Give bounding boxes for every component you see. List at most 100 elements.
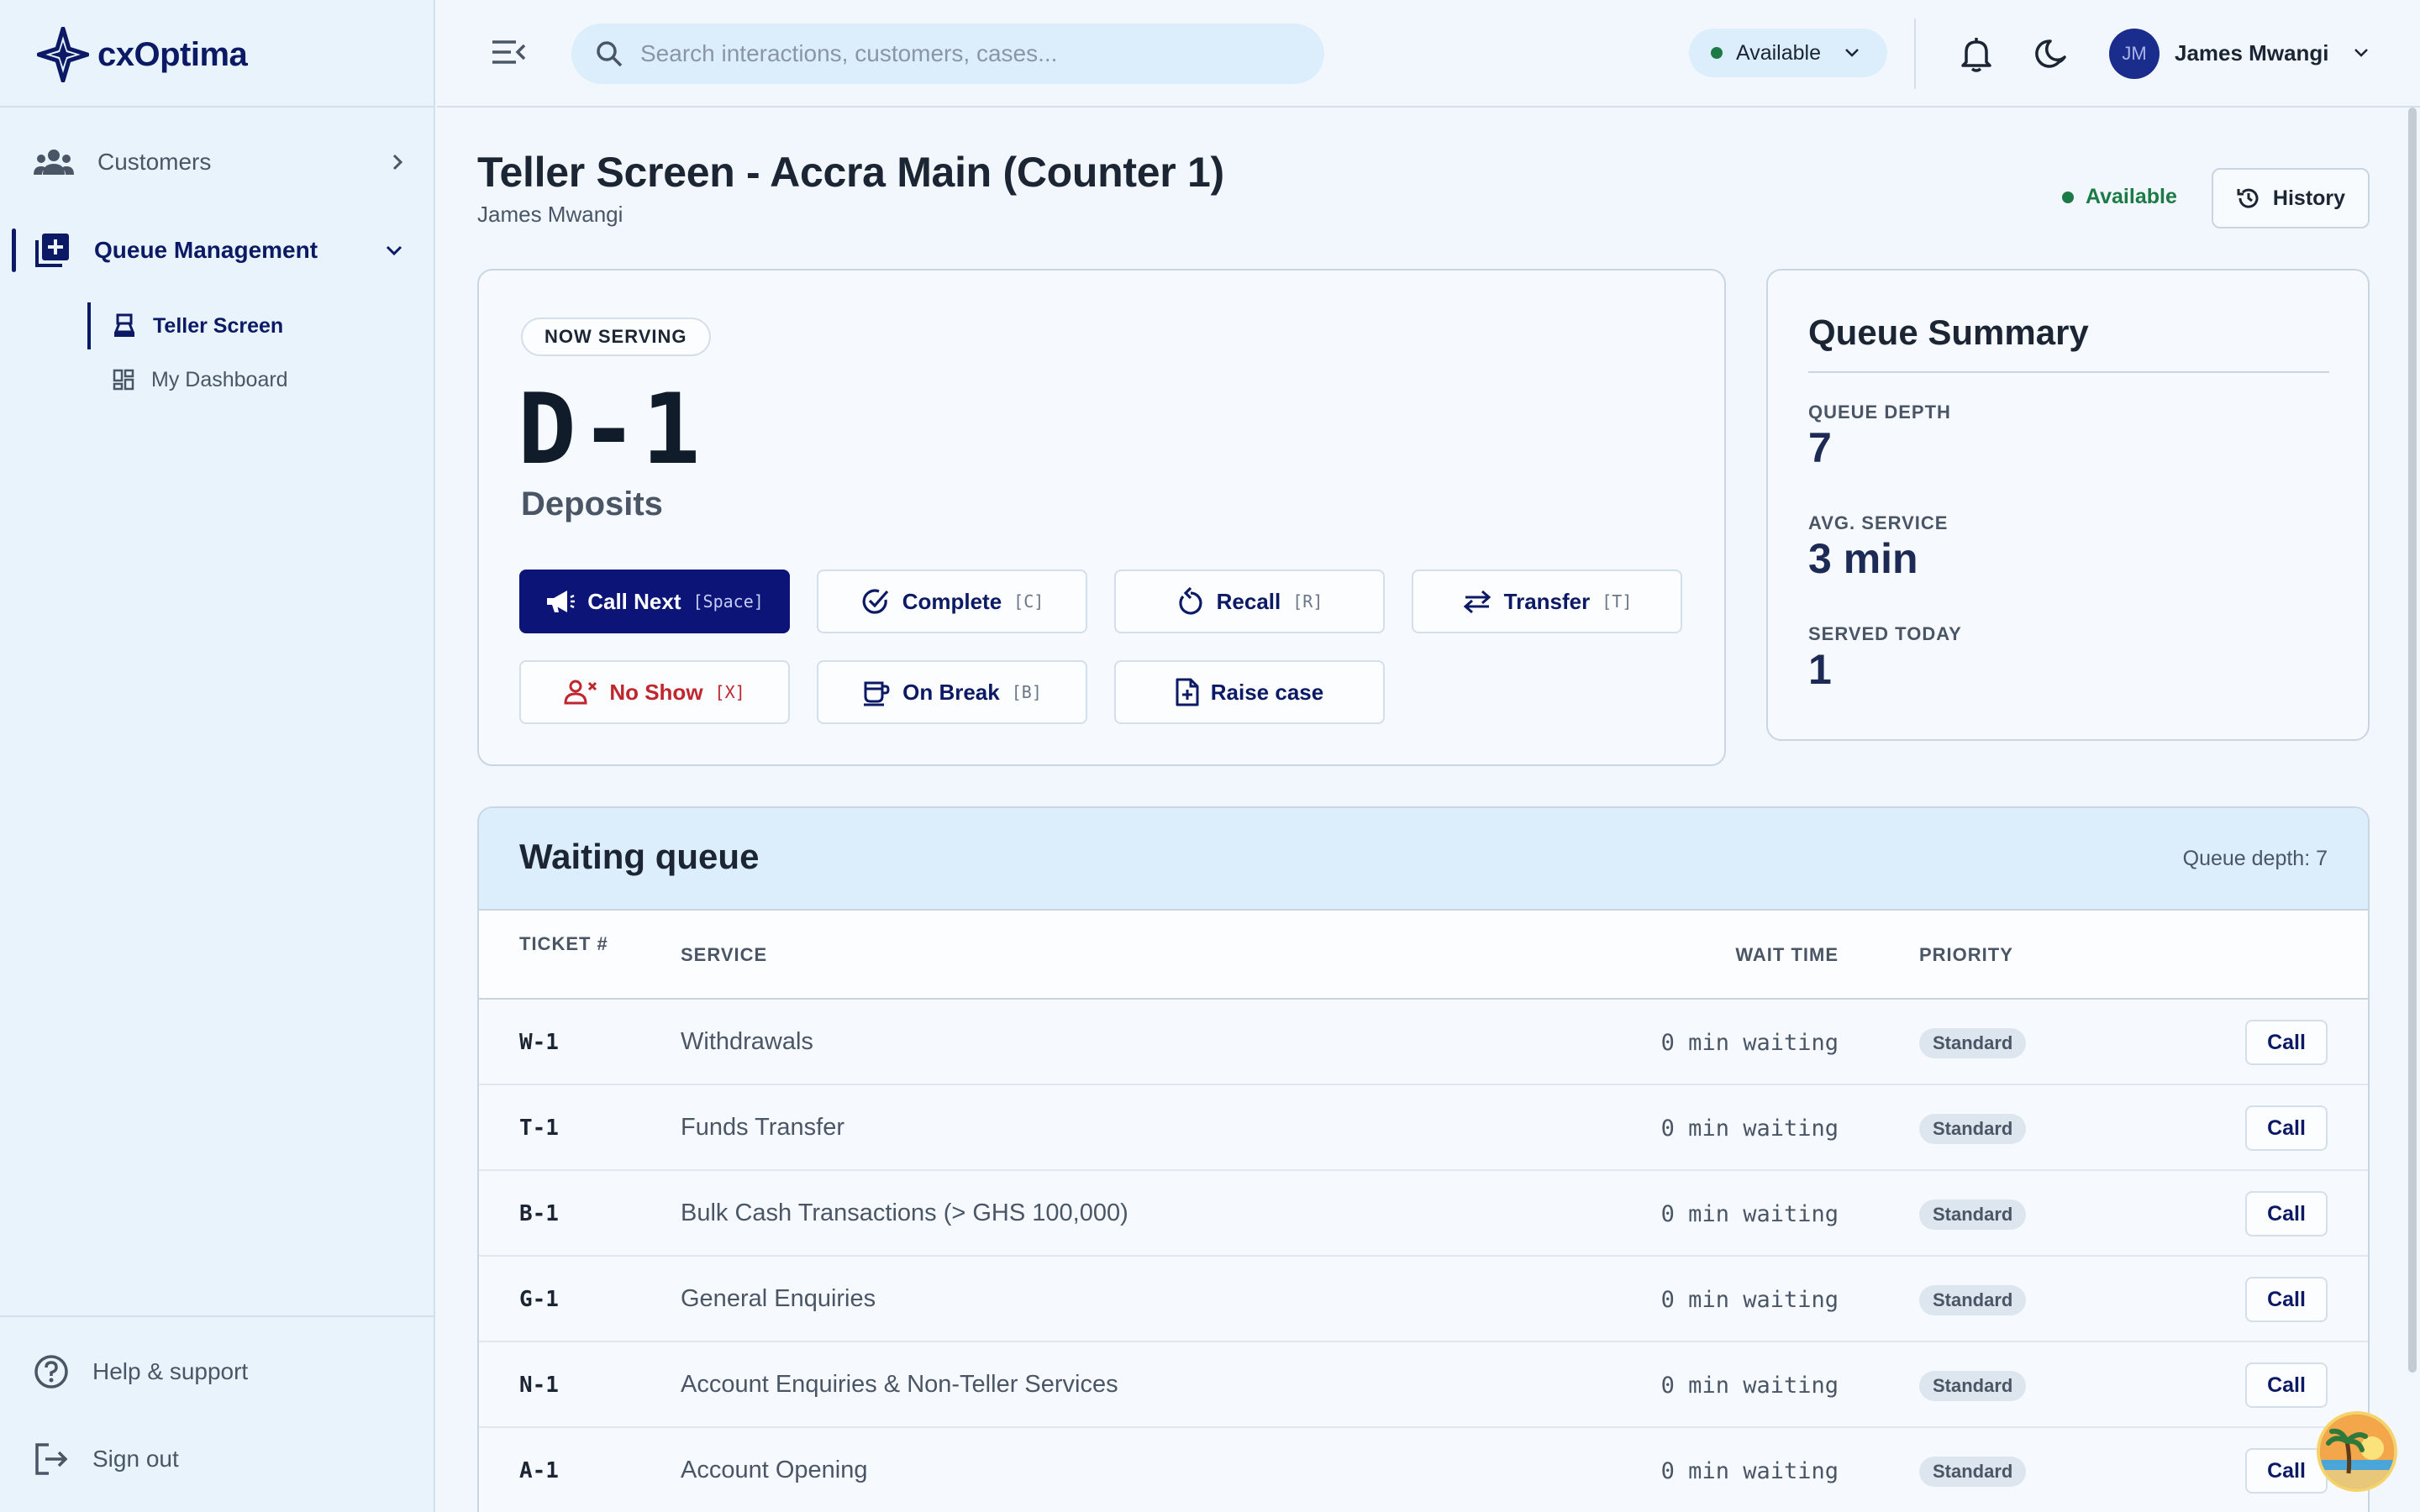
- row-call-button[interactable]: Call: [2245, 1362, 2328, 1408]
- on-break-label: On Break: [902, 679, 1000, 705]
- column-header-priority: PRIORITY: [1919, 944, 2013, 965]
- row-service: Bulk Cash Transactions (> GHS 100,000): [681, 1200, 1128, 1226]
- row-service: Funds Transfer: [681, 1114, 845, 1141]
- history-button[interactable]: History: [2212, 168, 2370, 228]
- row-call-button[interactable]: Call: [2245, 1105, 2328, 1151]
- sidebar-footer-divider: [0, 1315, 435, 1317]
- now-serving-card: NOW SERVING D-1 Deposits Call Next [Spac…: [477, 269, 1726, 766]
- dashboard-icon: [113, 369, 134, 391]
- row-priority-badge: Standard: [1919, 1114, 2027, 1144]
- page-subtitle: James Mwangi: [477, 202, 623, 227]
- search-input[interactable]: [640, 40, 1296, 67]
- avatar[interactable]: JM: [2109, 29, 2160, 79]
- sidebar-divider: [0, 106, 435, 108]
- bell-icon: [1961, 38, 1991, 72]
- no-show-shortcut: [X]: [714, 682, 745, 702]
- table-row: N-1 Account Enquiries & Non-Teller Servi…: [479, 1342, 2368, 1428]
- row-priority-badge: Standard: [1919, 1200, 2027, 1230]
- page-title: Teller Screen - Accra Main (Counter 1): [477, 149, 1224, 196]
- queue-summary-title: Queue Summary: [1808, 312, 2089, 352]
- row-service: Withdrawals: [681, 1028, 813, 1055]
- sidebar-item-customers[interactable]: Customers: [34, 139, 403, 185]
- raise-case-button[interactable]: Raise case: [1114, 660, 1385, 724]
- row-ticket: T-1: [519, 1116, 559, 1141]
- transfer-label: Transfer: [1503, 588, 1591, 614]
- sign-out-link[interactable]: Sign out: [34, 1436, 403, 1482]
- assistant-launcher-button[interactable]: [2317, 1411, 2397, 1492]
- collapse-menu-button[interactable]: [491, 37, 526, 71]
- sidebar-item-label: Customers: [97, 149, 212, 175]
- chevron-down-icon: [1845, 49, 1859, 57]
- now-serving-badge: NOW SERVING: [521, 318, 711, 356]
- complete-label: Complete: [902, 588, 1002, 614]
- availability-dropdown[interactable]: Available: [1689, 29, 1887, 77]
- history-icon: [2237, 188, 2259, 208]
- row-call-button[interactable]: Call: [2245, 1020, 2328, 1065]
- user-remove-icon: [564, 680, 597, 705]
- header-divider: [1914, 18, 1916, 89]
- menu-collapse-icon: [492, 40, 526, 64]
- user-name[interactable]: James Mwangi: [2175, 40, 2329, 66]
- avg-service-value: 3 min: [1808, 535, 1918, 582]
- help-icon: [34, 1355, 68, 1389]
- row-wait-time: 0 min waiting: [1660, 1201, 1839, 1227]
- waiting-queue-title: Waiting queue: [519, 837, 760, 876]
- row-priority-badge: Standard: [1919, 1371, 2027, 1401]
- recall-shortcut: [R]: [1292, 591, 1323, 612]
- row-ticket: N-1: [519, 1373, 559, 1398]
- row-priority-badge: Standard: [1919, 1285, 2027, 1315]
- sidebar: cxOptima Customers Queue Management Tell…: [0, 0, 435, 1512]
- notifications-button[interactable]: [1960, 35, 1993, 76]
- queue-summary-card: Queue Summary QUEUE DEPTH 7 AVG. SERVICE…: [1766, 269, 2370, 741]
- page-scrollbar[interactable]: [2408, 108, 2417, 1373]
- call-next-button[interactable]: Call Next [Space]: [519, 570, 790, 633]
- row-wait-time: 0 min waiting: [1660, 1116, 1839, 1142]
- sidebar-item-queue-management[interactable]: Queue Management: [34, 227, 403, 274]
- call-next-label: Call Next: [587, 588, 681, 614]
- sidebar-subitem-label: Teller Screen: [153, 313, 284, 338]
- sidebar-item-label: Queue Management: [94, 237, 318, 263]
- waiting-queue-card: Waiting queue Queue depth: 7 TICKET # SE…: [477, 806, 2370, 1512]
- sidebar-subitem-my-dashboard[interactable]: My Dashboard: [87, 356, 288, 403]
- raise-case-label: Raise case: [1210, 679, 1324, 705]
- sidebar-subitem-teller-screen[interactable]: Teller Screen: [87, 302, 283, 349]
- row-service: Account Enquiries & Non-Teller Services: [681, 1371, 1118, 1398]
- logo[interactable]: cxOptima: [37, 25, 248, 84]
- users-icon: [34, 150, 74, 175]
- row-ticket: B-1: [519, 1201, 559, 1226]
- table-row: A-1 Account Opening 0 min waiting Standa…: [479, 1428, 2368, 1512]
- help-support-label: Help & support: [92, 1358, 249, 1384]
- on-break-shortcut: [B]: [1011, 682, 1042, 702]
- status-dot: [2062, 191, 2074, 203]
- search-bar[interactable]: [571, 24, 1324, 84]
- table-row: B-1 Bulk Cash Transactions (> GHS 100,00…: [479, 1171, 2368, 1257]
- coffee-icon: [864, 681, 890, 706]
- row-priority-badge: Standard: [1919, 1028, 2027, 1058]
- row-service: Account Opening: [681, 1457, 868, 1483]
- transfer-icon: [1463, 590, 1491, 613]
- row-call-button[interactable]: Call: [2245, 1448, 2328, 1494]
- sign-out-label: Sign out: [92, 1446, 179, 1472]
- table-row: W-1 Withdrawals 0 min waiting Standard C…: [479, 1000, 2368, 1085]
- row-wait-time: 0 min waiting: [1660, 1287, 1839, 1313]
- row-call-button[interactable]: Call: [2245, 1277, 2328, 1322]
- recall-icon: [1178, 586, 1202, 615]
- file-add-icon: [1176, 678, 1199, 706]
- table-row: G-1 General Enquiries 0 min waiting Stan…: [479, 1257, 2368, 1342]
- teller-icon: [113, 313, 135, 337]
- theme-toggle-button[interactable]: [2035, 37, 2069, 75]
- sidebar-subitem-label: My Dashboard: [151, 367, 288, 391]
- user-menu-chevron-icon[interactable]: [2353, 47, 2370, 59]
- complete-button[interactable]: Complete [C]: [817, 570, 1087, 633]
- served-today-value: 1: [1808, 646, 1832, 693]
- help-support-link[interactable]: Help & support: [34, 1349, 403, 1394]
- row-call-button[interactable]: Call: [2245, 1191, 2328, 1236]
- search-icon: [597, 41, 623, 67]
- transfer-button[interactable]: Transfer [T]: [1412, 570, 1682, 633]
- transfer-shortcut: [T]: [1602, 591, 1633, 612]
- on-break-button[interactable]: On Break [B]: [817, 660, 1087, 724]
- recall-button[interactable]: Recall [R]: [1114, 570, 1385, 633]
- column-header-wait-time: WAIT TIME: [1735, 944, 1839, 965]
- no-show-button[interactable]: No Show [X]: [519, 660, 790, 724]
- column-header-service: SERVICE: [681, 944, 768, 965]
